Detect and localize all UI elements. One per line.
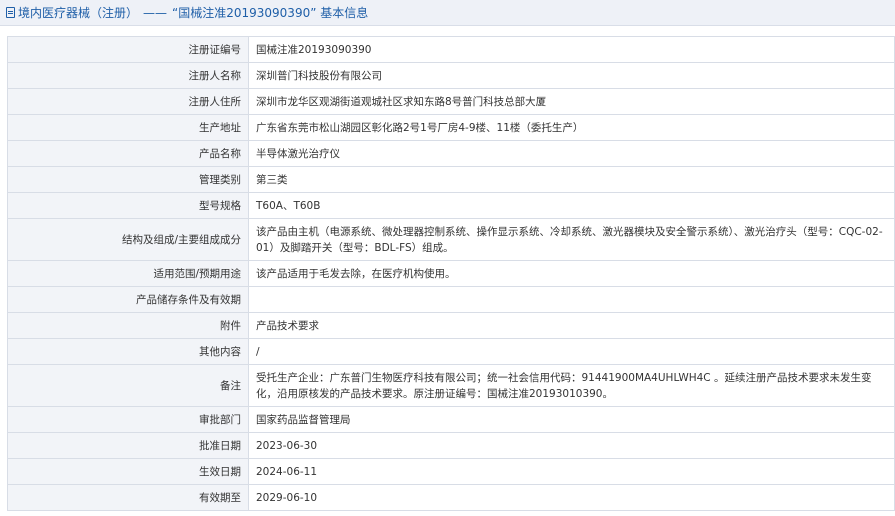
row-label: 型号规格 — [7, 192, 249, 219]
table-row: 注册人名称 深圳普门科技股份有限公司 — [7, 62, 895, 89]
table-row: 有效期至 2029-06-10 — [7, 484, 895, 511]
row-label: 生效日期 — [7, 458, 249, 485]
row-value: 国家药品监督管理局 — [248, 406, 895, 433]
row-label: 注册人名称 — [7, 62, 249, 89]
table-row: 生效日期 2024-06-11 — [7, 458, 895, 485]
document-icon — [6, 7, 15, 18]
row-value: 该产品由主机（电源系统、微处理器控制系统、操作显示系统、冷却系统、激光器模块及安… — [248, 218, 895, 261]
table-row: 产品储存条件及有效期 — [7, 286, 895, 313]
row-label: 产品名称 — [7, 140, 249, 167]
table-row: 型号规格 T60A、T60B — [7, 192, 895, 219]
row-label: 适用范围/预期用途 — [7, 260, 249, 287]
page-header: 境内医疗器械（注册） —— “国械注准20193090390” 基本信息 — [0, 0, 895, 26]
row-value: 半导体激光治疗仪 — [248, 140, 895, 167]
breadcrumb-link[interactable]: 境内医疗器械（注册） — [18, 4, 138, 21]
row-value: 2023-06-30 — [248, 432, 895, 459]
row-label: 有效期至 — [7, 484, 249, 511]
table-row: 备注 受托生产企业：广东普门生物医疗科技有限公司；统一社会信用代码：914419… — [7, 364, 895, 407]
table-row: 批准日期 2023-06-30 — [7, 432, 895, 459]
row-value: / — [248, 338, 895, 365]
row-label: 批准日期 — [7, 432, 249, 459]
row-value: 深圳普门科技股份有限公司 — [248, 62, 895, 89]
table-row: 适用范围/预期用途 该产品适用于毛发去除，在医疗机构使用。 — [7, 260, 895, 287]
row-value: 受托生产企业：广东普门生物医疗科技有限公司；统一社会信用代码：91441900M… — [248, 364, 895, 407]
registration-info-table: 注册证编号 国械注准20193090390 注册人名称 深圳普门科技股份有限公司… — [7, 36, 895, 511]
row-label: 备注 — [7, 364, 249, 407]
row-label: 生产地址 — [7, 114, 249, 141]
row-value: 2029-06-10 — [248, 484, 895, 511]
row-value: 产品技术要求 — [248, 312, 895, 339]
row-value: 深圳市龙华区观湖街道观城社区求知东路8号普门科技总部大厦 — [248, 88, 895, 115]
table-row: 结构及组成/主要组成成分 该产品由主机（电源系统、微处理器控制系统、操作显示系统… — [7, 218, 895, 261]
table-row: 注册证编号 国械注准20193090390 — [7, 36, 895, 63]
row-value: 广东省东莞市松山湖园区彰化路2号1号厂房4-9楼、11楼（委托生产） — [248, 114, 895, 141]
row-value: 2024-06-11 — [248, 458, 895, 485]
table-row: 生产地址 广东省东莞市松山湖园区彰化路2号1号厂房4-9楼、11楼（委托生产） — [7, 114, 895, 141]
row-value: 该产品适用于毛发去除，在医疗机构使用。 — [248, 260, 895, 287]
page-title: “国械注准20193090390” 基本信息 — [172, 6, 369, 20]
table-row: 注册人住所 深圳市龙华区观湖街道观城社区求知东路8号普门科技总部大厦 — [7, 88, 895, 115]
row-label: 产品储存条件及有效期 — [7, 286, 249, 313]
table-row: 附件 产品技术要求 — [7, 312, 895, 339]
row-value: 第三类 — [248, 166, 895, 193]
table-row: 产品名称 半导体激光治疗仪 — [7, 140, 895, 167]
row-value — [248, 286, 895, 313]
table-row: 审批部门 国家药品监督管理局 — [7, 406, 895, 433]
breadcrumb-separator: —— — [143, 5, 168, 20]
row-label: 注册证编号 — [7, 36, 249, 63]
table-row: 其他内容 / — [7, 338, 895, 365]
row-label: 审批部门 — [7, 406, 249, 433]
row-value: 国械注准20193090390 — [248, 36, 895, 63]
row-label: 结构及组成/主要组成成分 — [7, 218, 249, 261]
table-row: 管理类别 第三类 — [7, 166, 895, 193]
row-label: 其他内容 — [7, 338, 249, 365]
row-label: 注册人住所 — [7, 88, 249, 115]
row-value: T60A、T60B — [248, 192, 895, 219]
row-label: 管理类别 — [7, 166, 249, 193]
row-label: 附件 — [7, 312, 249, 339]
